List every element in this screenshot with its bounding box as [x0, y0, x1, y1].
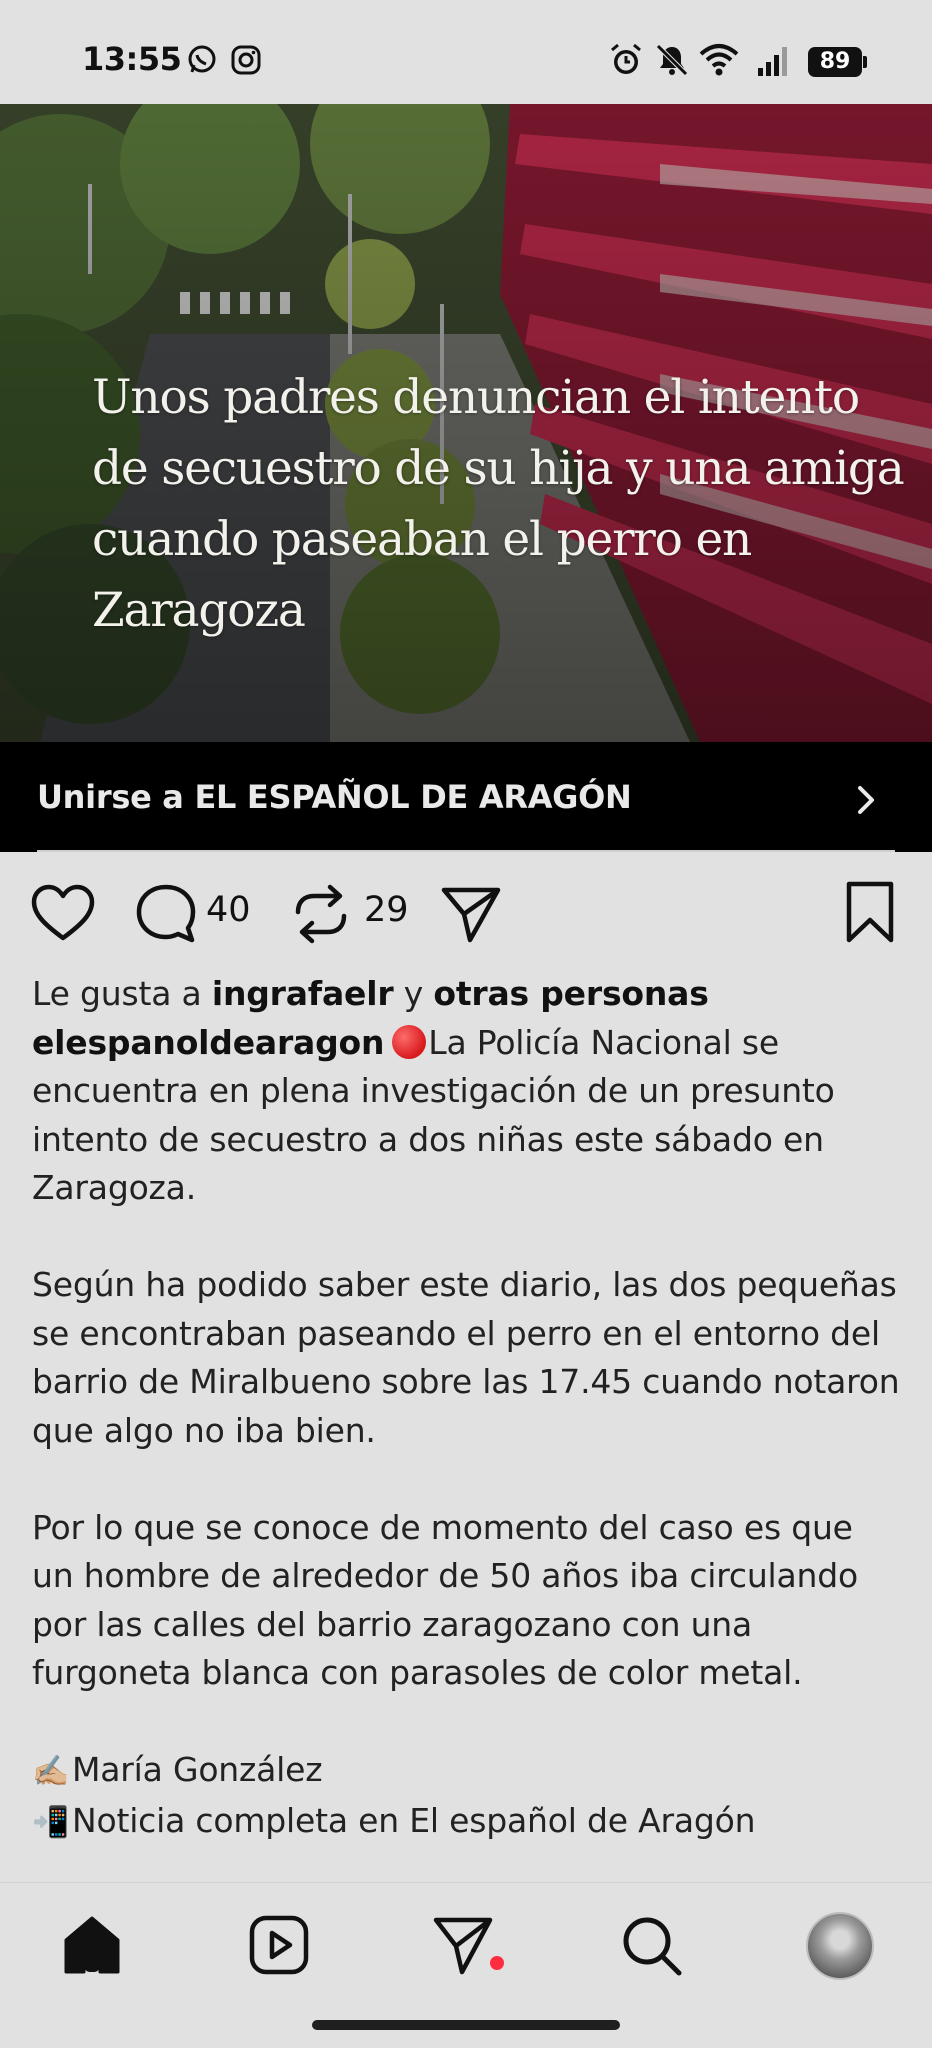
profile-avatar[interactable]	[806, 1912, 874, 1980]
comments-count: 40	[206, 890, 251, 930]
full-story-text: Noticia completa en El español de Aragón	[72, 1800, 756, 1840]
post-caption: Le gusta a ingrafaelr y otras personas e…	[32, 970, 902, 1847]
repost-icon[interactable]	[288, 882, 354, 946]
bell-muted-icon	[656, 44, 688, 76]
caption-first-paragraph: elespanoldearagon La Policía Nacional se …	[32, 1019, 902, 1213]
reposts-count: 29	[364, 890, 409, 930]
likes-others[interactable]: otras personas	[433, 974, 709, 1013]
red-circle-icon	[392, 1024, 427, 1059]
writing-hand-icon: ✍🏼	[32, 1754, 70, 1789]
battery-icon: 89	[808, 47, 867, 77]
hero-headline: Unos padres denuncian el intento de secu…	[92, 370, 905, 638]
status-bar: 13:55 89	[0, 0, 932, 104]
status-time: 13:55	[82, 40, 182, 78]
like-heart-icon[interactable]	[30, 884, 96, 944]
alarm-icon	[611, 43, 641, 74]
phone-arrow-icon: 📲	[32, 1804, 70, 1840]
bookmark-icon[interactable]	[844, 880, 896, 946]
writer-line: ✍🏼María González	[32, 1746, 902, 1797]
whatsapp-icon	[188, 45, 216, 73]
likes-line: Le gusta a ingrafaelr y otras personas	[32, 970, 902, 1019]
notification-dot	[490, 1956, 504, 1970]
join-banner-label: Unirse a EL ESPAÑOL DE ARAGÓN	[37, 778, 632, 816]
divider	[37, 850, 895, 852]
likes-connector: y	[403, 974, 424, 1013]
likes-prefix: Le gusta a	[32, 974, 202, 1013]
caption-p2: Según ha podido saber este diario, las d…	[32, 1265, 900, 1450]
instagram-icon	[231, 45, 261, 75]
home-indicator[interactable]	[312, 2020, 620, 2030]
wifi-icon	[699, 44, 739, 76]
writer-name: María González	[72, 1750, 323, 1789]
author-username[interactable]: elespanoldearagon	[32, 1023, 384, 1062]
liker-username[interactable]: ingrafaelr	[212, 974, 394, 1013]
comment-icon[interactable]	[134, 882, 198, 946]
share-send-icon[interactable]	[440, 884, 502, 944]
link-line: 📲Noticia completa en El español de Aragó…	[32, 1797, 902, 1848]
search-icon[interactable]	[620, 1914, 684, 1978]
chevron-right-icon[interactable]	[852, 780, 882, 820]
reels-icon[interactable]	[248, 1914, 310, 1976]
caption-p3: Por lo que se conoce de momento del caso…	[32, 1507, 858, 1693]
messages-icon[interactable]	[432, 1914, 494, 1976]
home-icon[interactable]	[62, 1914, 122, 1976]
join-channel-banner[interactable]: Unirse a EL ESPAÑOL DE ARAGÓN	[0, 742, 932, 852]
signal-icon	[758, 47, 787, 76]
post-image[interactable]: Unos padres denuncian el intento de secu…	[0, 104, 932, 742]
